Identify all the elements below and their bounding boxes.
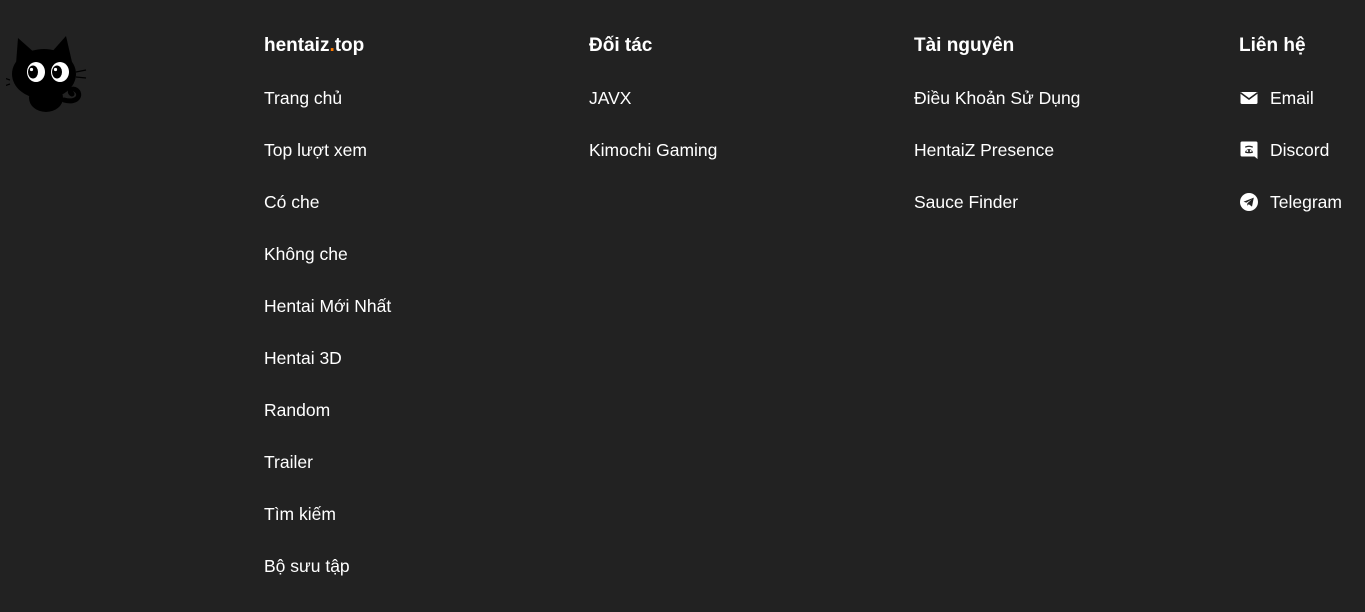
link-search[interactable]: Tìm kiếm — [264, 502, 336, 526]
link-kimochi-gaming[interactable]: Kimochi Gaming — [589, 138, 717, 162]
discord-icon — [1239, 140, 1259, 160]
list-item: Top lượt xem — [264, 138, 391, 190]
contact-label: Telegram — [1270, 192, 1342, 212]
list-item: Discord — [1239, 138, 1342, 190]
list-item: Telegram — [1239, 190, 1342, 242]
link-trailer[interactable]: Trailer — [264, 450, 313, 474]
list-item: Bộ sưu tập — [264, 554, 391, 606]
link-top-views[interactable]: Top lượt xem — [264, 138, 367, 162]
resources-list: Điều Khoản Sử Dụng HentaiZ Presence Sauc… — [914, 86, 1080, 242]
site-links-list: Trang chủ Top lượt xem Có che Không che … — [264, 86, 391, 606]
link-javx[interactable]: JAVX — [589, 86, 631, 110]
footer-column-resources: Tài nguyên Điều Khoản Sử Dụng HentaiZ Pr… — [914, 34, 1080, 242]
list-item: Có che — [264, 190, 391, 242]
list-item: Email — [1239, 86, 1342, 138]
list-item: JAVX — [589, 86, 717, 138]
list-item: Không che — [264, 242, 391, 294]
list-item: Tìm kiếm — [264, 502, 391, 554]
footer-column-contact: Liên hệ Email Discord Telegram — [1239, 34, 1342, 242]
link-terms[interactable]: Điều Khoản Sử Dụng — [914, 86, 1080, 110]
link-newest[interactable]: Hentai Mới Nhất — [264, 294, 391, 318]
link-sauce-finder[interactable]: Sauce Finder — [914, 190, 1018, 214]
link-home[interactable]: Trang chủ — [264, 86, 342, 110]
resources-title: Tài nguyên — [914, 35, 1015, 56]
black-cat-logo[interactable] — [3, 34, 90, 116]
telegram-icon — [1239, 192, 1259, 212]
partners-title: Đối tác — [589, 35, 653, 56]
footer-column-site: hentaiz.top Trang chủ Top lượt xem Có ch… — [264, 34, 391, 606]
contact-label: Email — [1270, 88, 1314, 108]
list-item: HentaiZ Presence — [914, 138, 1080, 190]
footer-column-partners: Đối tác JAVX Kimochi Gaming — [589, 34, 717, 190]
contact-title: Liên hệ — [1239, 35, 1306, 56]
list-item: Sauce Finder — [914, 190, 1080, 242]
link-presence[interactable]: HentaiZ Presence — [914, 138, 1054, 162]
link-uncensored[interactable]: Không che — [264, 242, 348, 266]
brand-name: hentaiz — [264, 35, 330, 56]
link-random[interactable]: Random — [264, 398, 330, 422]
link-email[interactable]: Email — [1239, 86, 1314, 110]
list-item: Trang chủ — [264, 86, 391, 138]
list-item: Điều Khoản Sử Dụng — [914, 86, 1080, 138]
link-discord[interactable]: Discord — [1239, 138, 1329, 162]
list-item: Hentai Mới Nhất — [264, 294, 391, 346]
list-item: Trailer — [264, 450, 391, 502]
footer-brand-title: hentaiz.top — [264, 34, 391, 58]
link-telegram[interactable]: Telegram — [1239, 190, 1342, 214]
brand-tld: top — [334, 35, 365, 56]
link-3d[interactable]: Hentai 3D — [264, 346, 342, 370]
contact-label: Discord — [1270, 140, 1330, 160]
site-footer: hentaiz.top Trang chủ Top lượt xem Có ch… — [0, 0, 1365, 612]
list-item: Hentai 3D — [264, 346, 391, 398]
list-item: Random — [264, 398, 391, 450]
link-collection[interactable]: Bộ sưu tập — [264, 554, 350, 578]
envelope-icon — [1239, 88, 1259, 108]
list-item: Kimochi Gaming — [589, 138, 717, 190]
link-censored[interactable]: Có che — [264, 190, 319, 214]
contact-list: Email Discord Telegram — [1239, 86, 1342, 242]
partners-list: JAVX Kimochi Gaming — [589, 86, 717, 190]
